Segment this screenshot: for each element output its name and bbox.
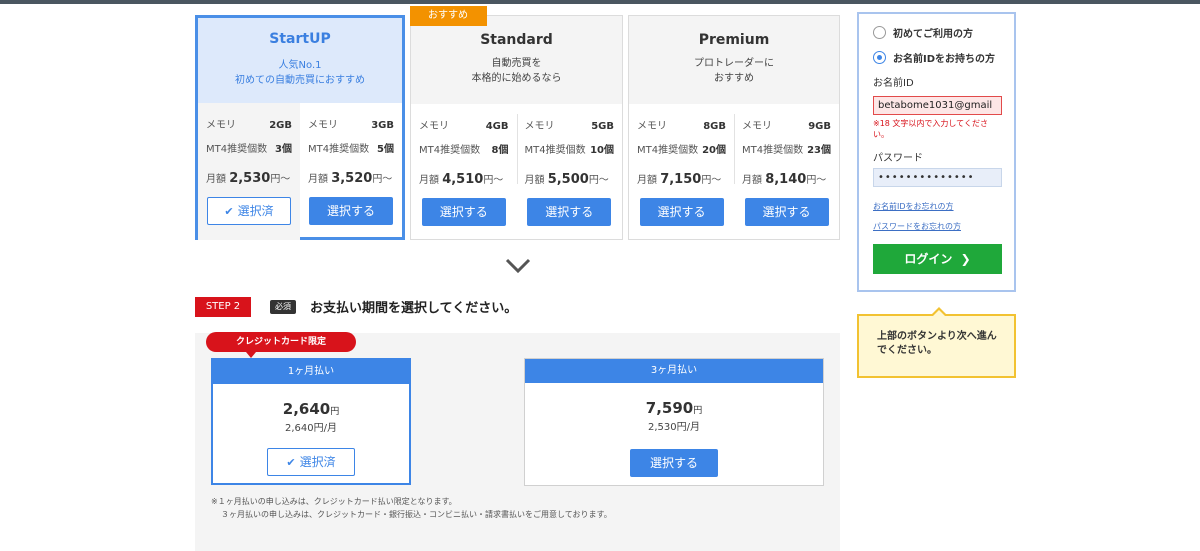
payment-notes: ※１ヶ月払いの申し込みは、クレジットカード払い限定となります。 ３ヶ月払いの申し… <box>211 495 612 521</box>
plan-option: メモリ 9GB MT4推奨個数 23個 月額 8,140円～ 選択する <box>734 104 839 241</box>
count-value: 10個 <box>590 145 614 156</box>
selected-button[interactable]: ✔ 選択済 <box>267 448 355 476</box>
memory-label: メモリ <box>637 121 667 132</box>
memory-value: 8GB <box>703 121 726 132</box>
radio-icon <box>873 25 886 39</box>
plan-desc: プロトレーダーに <box>694 58 774 69</box>
chevron-right-icon: ❯ <box>960 252 971 266</box>
memory-label: メモリ <box>742 121 772 132</box>
plan-header: StartUP 人気No.1 初めての自動売買におすすめ <box>198 18 402 103</box>
select-button[interactable]: 選択する <box>421 198 506 226</box>
select-button[interactable]: 選択する <box>639 198 724 226</box>
memory-label: メモリ <box>524 121 555 132</box>
payment-amount: 7,590円 <box>645 399 703 417</box>
memory-value: 4GB <box>485 121 509 132</box>
payment-option-3month: 3ヶ月払い 7,590円 2,530円/月 選択する <box>524 358 824 486</box>
step-badge: STEP 2 <box>195 297 251 317</box>
plan-desc: 自動売買を <box>491 58 542 69</box>
memory-value: 3GB <box>371 120 394 131</box>
check-icon: ✔ <box>224 205 234 218</box>
plan-option: メモリ 4GB MT4推奨個数 8個 月額 4,510円～ 選択する <box>411 104 517 241</box>
error-message: ※18 文字以内で入力してください。 <box>873 119 988 139</box>
radio-first-time[interactable]: 初めてご利用の方 <box>873 24 1000 40</box>
plan-name: StartUP <box>269 31 331 47</box>
plan-desc: 人気No.1 <box>278 60 322 71</box>
count-label: MT4推奨個数 <box>206 144 268 155</box>
plan-card-premium: Premium プロトレーダーに おすすめ メモリ 8GB MT4推奨個数 20個 … <box>628 15 840 240</box>
plan-option: メモリ 8GB MT4推奨個数 20個 月額 7,150円～ 選択する <box>629 104 734 241</box>
price: 月額 4,510円～ <box>419 172 504 187</box>
count-value: 3個 <box>275 144 292 155</box>
forgot-id-link[interactable]: お名前IDをお忘れの方 <box>873 201 1000 212</box>
login-button[interactable]: ログイン ❯ <box>873 244 1002 274</box>
chevron-down-icon <box>505 258 531 274</box>
plan-option: メモリ 5GB MT4推奨個数 10個 月額 5,500円～ 選択する <box>516 104 623 241</box>
price: 月額 5,500円～ <box>524 172 609 187</box>
step-title: お支払い期間を選択してください。 <box>310 301 518 316</box>
memory-value: 5GB <box>591 121 614 132</box>
count-label: MT4推奨個数 <box>419 145 481 156</box>
plan-header: Standard 自動売買を 本格的に始めるなら <box>411 16 622 104</box>
plan-header: Premium プロトレーダーに おすすめ <box>629 16 839 104</box>
count-label: MT4推奨個数 <box>308 144 370 155</box>
memory-value: 2GB <box>269 120 292 131</box>
select-button[interactable]: 選択する <box>630 449 718 477</box>
price: 月額 2,530円～ <box>206 171 291 186</box>
radio-label: 初めてご利用の方 <box>893 28 973 40</box>
plan-desc: 初めての自動売買におすすめ <box>235 75 365 86</box>
password-field[interactable]: •••••••••••••• <box>873 168 1002 187</box>
radio-existing-user[interactable]: お名前IDをお持ちの方 <box>873 49 1000 65</box>
count-value: 8個 <box>491 145 509 156</box>
plan-option: メモリ 3GB MT4推奨個数 5個 月額 3,520円～ 選択する <box>300 103 402 240</box>
password-label: パスワード <box>873 153 923 164</box>
payment-period: 3ヶ月払い <box>525 359 823 383</box>
id-field[interactable] <box>873 96 1002 115</box>
plan-card-startup: StartUP 人気No.1 初めての自動売買におすすめ メモリ 2GB MT4推… <box>195 15 405 240</box>
memory-value: 9GB <box>808 121 831 132</box>
plan-desc: おすすめ <box>714 73 754 84</box>
top-bar <box>0 0 1200 4</box>
count-value: 5個 <box>377 144 394 155</box>
plan-card-standard: Standard 自動売買を 本格的に始めるなら メモリ 4GB MT4推奨個数 8… <box>410 15 623 240</box>
count-label: MT4推奨個数 <box>742 145 804 156</box>
memory-label: メモリ <box>308 120 338 131</box>
plan-desc: 本格的に始めるなら <box>471 73 562 84</box>
count-value: 20個 <box>702 145 726 156</box>
count-label: MT4推奨個数 <box>637 145 699 156</box>
payment-period: 1ヶ月払い <box>213 360 409 384</box>
payment-monthly: 2,530円/月 <box>648 422 700 433</box>
count-value: 23個 <box>807 145 831 156</box>
plan-name: Premium <box>698 32 770 48</box>
note-line: ※１ヶ月払いの申し込みは、クレジットカード払い限定となります。 <box>211 497 457 506</box>
selected-button[interactable]: ✔ 選択済 <box>207 197 291 225</box>
login-panel: 初めてご利用の方 お名前IDをお持ちの方 お名前ID ※18 文字以内で入力して… <box>857 12 1016 292</box>
payment-monthly: 2,640円/月 <box>285 423 337 434</box>
price: 月額 7,150円～ <box>637 172 722 187</box>
check-icon: ✔ <box>286 456 296 469</box>
radio-label: お名前IDをお持ちの方 <box>893 53 996 65</box>
price: 月額 8,140円～ <box>742 172 827 187</box>
required-badge: 必須 <box>270 300 296 314</box>
plan-option: メモリ 2GB MT4推奨個数 3個 月額 2,530円～ ✔ 選択済 <box>198 103 300 240</box>
id-label: お名前ID <box>873 78 914 89</box>
tip-box: 上部のボタンより次へ進んでください。 <box>857 307 1016 378</box>
payment-option-1month: 1ヶ月払い 2,640円 2,640円/月 ✔ 選択済 <box>211 358 411 485</box>
radio-selected-icon <box>873 50 886 64</box>
note-line: ３ヶ月払いの申し込みは、クレジットカード・銀行振込・コンビニ払い・請求書払いをご… <box>221 510 612 519</box>
recommended-badge: おすすめ <box>410 6 487 26</box>
forgot-password-link[interactable]: パスワードをお忘れの方 <box>873 221 1000 232</box>
payment-amount: 2,640円 <box>282 400 340 418</box>
price: 月額 3,520円～ <box>308 171 393 186</box>
count-label: MT4推奨個数 <box>524 145 586 156</box>
select-button[interactable]: 選択する <box>527 198 612 226</box>
select-button[interactable]: 選択する <box>744 198 829 226</box>
select-button[interactable]: 選択する <box>309 197 393 225</box>
memory-label: メモリ <box>206 120 236 131</box>
memory-label: メモリ <box>419 121 449 132</box>
card-only-label: クレジットカード限定 <box>206 332 356 358</box>
